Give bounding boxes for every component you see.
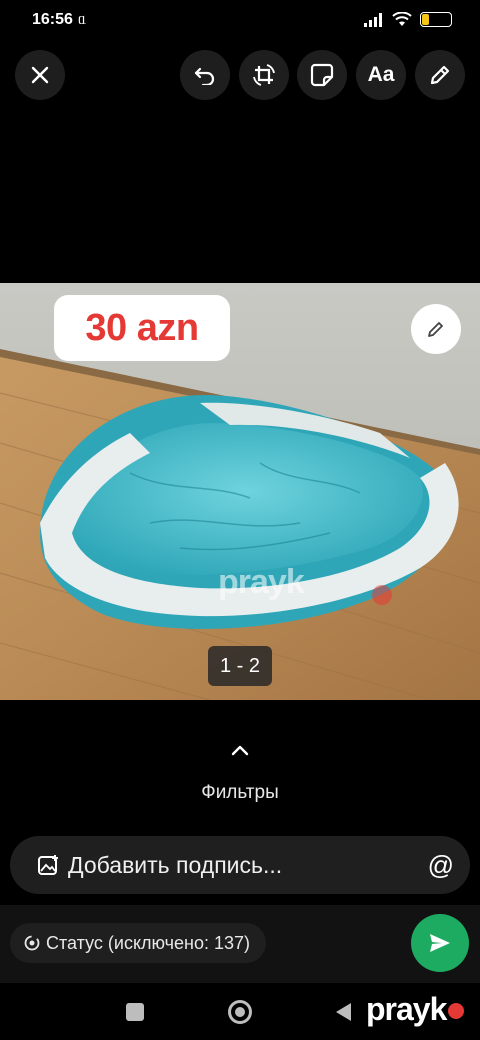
pencil-icon — [428, 322, 443, 337]
back-icon[interactable] — [336, 1003, 351, 1021]
system-nav-bar: prayk — [0, 983, 480, 1040]
chevron-up-icon[interactable] — [228, 742, 252, 758]
battery-icon: 25 — [420, 12, 452, 27]
sticker-button[interactable] — [297, 50, 347, 100]
caption-placeholder: Добавить подпись... — [68, 852, 283, 878]
price-badge[interactable]: 30 azn — [54, 295, 230, 361]
status-audience-chip[interactable]: Статус (исключено: 137) — [10, 923, 267, 963]
battery-level: 25 — [430, 13, 442, 24]
sticker-icon — [310, 63, 334, 87]
undo-icon — [194, 67, 215, 85]
send-button[interactable] — [411, 914, 469, 972]
status-label: Статус (исключено: 137) — [46, 932, 251, 953]
status-icon — [24, 935, 40, 951]
close-icon — [31, 66, 49, 84]
mention-icon[interactable]: @ — [428, 850, 454, 881]
caption-input[interactable]: Добавить подпись... @ — [10, 836, 470, 894]
pencil-icon — [430, 65, 450, 85]
send-icon — [430, 934, 450, 952]
send-panel: Статус (исключено: 137) — [0, 905, 480, 983]
close-button[interactable] — [15, 50, 65, 100]
draw-button[interactable] — [415, 50, 465, 100]
status-bar: 16:56 ᥲ 25 — [0, 0, 480, 44]
photo-watermark: prayk — [218, 563, 305, 601]
signal-icon — [364, 12, 382, 27]
page-indicator: 1 - 2 — [208, 646, 272, 686]
edit-badge-button[interactable] — [411, 304, 461, 354]
home-icon[interactable] — [228, 1000, 252, 1024]
wifi-icon — [392, 12, 412, 26]
watermark-dot-icon — [372, 585, 392, 605]
carrier-icon: ᥲ — [78, 11, 87, 28]
status-icons: 25 — [364, 12, 452, 27]
recents-icon[interactable] — [126, 1003, 144, 1021]
brand-watermark: prayk — [366, 991, 447, 1027]
text-tool-button[interactable]: Aa — [356, 50, 406, 100]
filters-label[interactable]: Фильтры — [0, 782, 480, 804]
status-time: 16:56 — [32, 11, 73, 28]
text-tool-icon: Aa — [367, 63, 395, 86]
add-image-icon[interactable] — [38, 854, 60, 876]
undo-button[interactable] — [180, 50, 230, 100]
crop-rotate-icon — [253, 64, 275, 86]
crop-rotate-button[interactable] — [239, 50, 289, 100]
brand-dot-icon — [448, 1003, 464, 1019]
